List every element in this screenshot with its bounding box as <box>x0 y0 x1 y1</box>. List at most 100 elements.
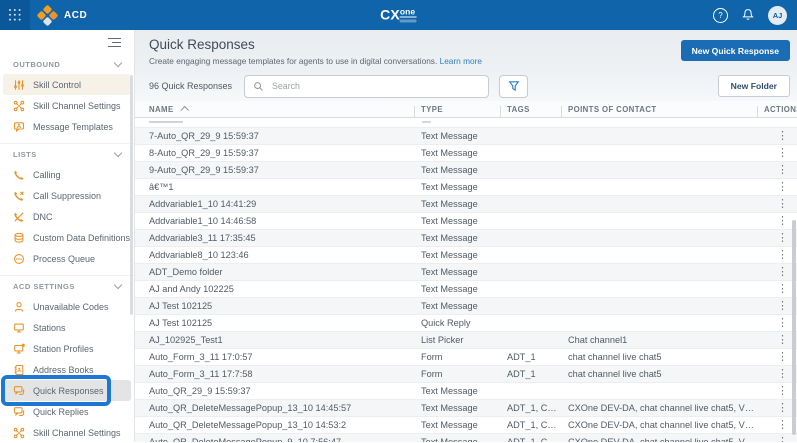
table-row[interactable]: Auto_Form_3_11 17:7:58FormADT_1chat chan… <box>135 366 797 383</box>
sidebar-item-skill-control[interactable]: Skill Control <box>3 74 131 95</box>
sidebar-item-stations[interactable]: Stations <box>3 317 131 338</box>
database-icon <box>13 232 25 244</box>
new-quick-response-button[interactable]: New Quick Response <box>681 40 790 61</box>
row-actions-kebab-icon[interactable]: ⋮ <box>764 129 788 144</box>
row-actions-kebab-icon[interactable]: ⋮ <box>764 282 788 297</box>
sidebar-scrollbar[interactable] <box>130 75 133 315</box>
row-tags: ADT_1 <box>507 366 568 382</box>
top-bar: ACD CX one ? AJ <box>0 0 797 30</box>
row-type: Text Message <box>421 264 507 280</box>
sidebar-section-lists: LISTS CallingCall SuppressionDNCCustom D… <box>0 143 134 269</box>
row-actions-kebab-icon[interactable]: ⋮ <box>764 333 788 348</box>
table-body: 7-Auto_QR_29_9 15:59:37Text Message⋮8-Au… <box>135 118 797 442</box>
app-launcher-waffle-icon[interactable] <box>0 0 30 30</box>
row-actions-kebab-icon[interactable]: ⋮ <box>764 146 788 161</box>
sidebar-item-message-templates[interactable]: Message Templates <box>3 116 131 137</box>
station-icon <box>13 322 25 334</box>
table-row[interactable]: 7-Auto_QR_29_9 15:59:37Text Message⋮ <box>135 128 797 145</box>
row-tags: ADT_1 <box>507 349 568 365</box>
row-type: Form <box>421 366 507 382</box>
sidebar-item-station-profiles[interactable]: Station Profiles <box>3 338 131 359</box>
table-row[interactable]: â€™1Text Message⋮ <box>135 179 797 196</box>
main-content: Quick Responses Create engaging message … <box>135 30 797 442</box>
count-label: 96 Quick Responses <box>149 81 232 91</box>
sidebar-section-header-acd-settings[interactable]: ACD SETTINGS <box>0 276 134 296</box>
table-row[interactable]: Addvariable1_10 14:46:58Text Message⋮ <box>135 213 797 230</box>
table-row[interactable]: Auto_QR_DeleteMessagePopup_13_10 14:53:2… <box>135 417 797 434</box>
cxone-logo-cx: CX <box>380 8 400 22</box>
row-actions-kebab-icon[interactable]: ⋮ <box>764 367 788 382</box>
row-actions-kebab-icon[interactable]: ⋮ <box>764 248 788 263</box>
sort-ascending-icon <box>180 106 188 114</box>
table-row[interactable]: Addvariable8_10 123:46Text Message⋮ <box>135 247 797 264</box>
help-icon[interactable]: ? <box>713 8 728 23</box>
column-header-name[interactable]: NAME <box>149 105 421 114</box>
table-row[interactable]: Auto_QR_DeleteMessagePopup_9_10 7:56:47T… <box>135 434 797 442</box>
table-row[interactable]: AJ Test 102125Text Message⋮ <box>135 298 797 315</box>
phone-suppress-icon <box>13 190 25 202</box>
row-actions-kebab-icon[interactable]: ⋮ <box>764 418 788 433</box>
row-type: Text Message <box>421 247 507 263</box>
table-row[interactable]: Addvariable3_11 17:35:45Text Message⋮ <box>135 230 797 247</box>
search-input[interactable] <box>270 80 480 92</box>
row-actions-kebab-icon[interactable]: ⋮ <box>764 231 788 246</box>
app-name: ACD <box>64 10 87 21</box>
row-actions-kebab-icon[interactable]: ⋮ <box>764 350 788 365</box>
filter-button[interactable] <box>499 75 528 98</box>
sidebar-section-header-lists[interactable]: LISTS <box>0 144 134 164</box>
row-actions-kebab-icon[interactable]: ⋮ <box>764 180 788 195</box>
table-row[interactable]: AJ_102925_Test1List PickerChat channel1⋮ <box>135 332 797 349</box>
row-name: AJ Test 102125 <box>149 315 421 331</box>
column-header-type[interactable]: TYPE <box>421 105 507 114</box>
column-header-tags[interactable]: TAGS <box>507 105 568 114</box>
row-tags: ADT_1, Captain <box>507 417 568 433</box>
table-row[interactable]: Addvariable1_10 14:41:29Text Message⋮ <box>135 196 797 213</box>
table-row[interactable]: 8-Auto_QR_29_9 15:59:37Text Message⋮ <box>135 145 797 162</box>
sidebar-item-quick-responses[interactable]: Quick Responses <box>3 380 131 401</box>
table-row[interactable]: Auto_Form_3_11 17:0:57FormADT_1chat chan… <box>135 349 797 366</box>
notifications-bell-icon[interactable] <box>741 8 755 22</box>
table-row[interactable]: Auto_QR_DeleteMessagePopup_13_10 14:45:5… <box>135 400 797 417</box>
sidebar-section-header-outbound[interactable]: OUTBOUND <box>0 54 134 74</box>
sliders-icon <box>13 79 25 91</box>
row-type: Text Message <box>421 230 507 246</box>
sidebar-item-quick-replies[interactable]: Quick Replies <box>3 401 131 422</box>
row-actions-kebab-icon[interactable]: ⋮ <box>764 316 788 331</box>
row-actions-kebab-icon[interactable]: ⋮ <box>764 401 788 416</box>
learn-more-link[interactable]: Learn more <box>440 56 482 66</box>
sidebar-item-custom-data-definitions[interactable]: Custom Data Definitions <box>3 227 131 248</box>
sidebar-item-process-queue[interactable]: Process Queue <box>3 248 131 269</box>
row-actions-kebab-icon[interactable]: ⋮ <box>764 384 788 399</box>
address-book-icon <box>13 364 25 376</box>
table-row[interactable]: ADT_Demo folderText Message⋮ <box>135 264 797 281</box>
table-row[interactable]: Auto_QR_29_9 15:59:37Text Message⋮ <box>135 383 797 400</box>
column-header-points-of-contact[interactable]: POINTS OF CONTACT <box>568 105 764 114</box>
row-actions-kebab-icon[interactable]: ⋮ <box>764 197 788 212</box>
table-row[interactable]: AJ Test 102125Quick Reply⋮ <box>135 315 797 332</box>
sidebar-item-skill-channel-settings[interactable]: Skill Channel Settings <box>3 95 131 116</box>
row-actions-kebab-icon[interactable]: ⋮ <box>764 265 788 280</box>
cxone-logo-badge <box>400 19 417 22</box>
row-actions-kebab-icon[interactable]: ⋮ <box>764 214 788 229</box>
sidebar-item-calling[interactable]: Calling <box>3 164 131 185</box>
sidebar-item-address-books[interactable]: Address Books <box>3 359 131 380</box>
row-name: Auto_QR_DeleteMessagePopup_9_10 7:56:47 <box>149 434 421 442</box>
row-actions-kebab-icon[interactable]: ⋮ <box>764 435 788 442</box>
sidebar-item-unavailable-codes[interactable]: Unavailable Codes <box>3 296 131 317</box>
sidebar-item-call-suppression[interactable]: Call Suppression <box>3 185 131 206</box>
row-actions-kebab-icon[interactable]: ⋮ <box>764 299 788 314</box>
table-row[interactable]: 9-Auto_QR_29_9 15:59:37Text Message⋮ <box>135 162 797 179</box>
sidebar-item-dnc[interactable]: DNC <box>3 206 131 227</box>
sidebar-nav: OUTBOUND Skill ControlSkill Channel Sett… <box>0 54 134 443</box>
collapse-sidebar-icon[interactable] <box>108 38 121 54</box>
phone-dnc-icon <box>13 211 25 223</box>
table-row[interactable]: AJ and Andy 102225Text Message⋮ <box>135 281 797 298</box>
row-type: Text Message <box>421 145 507 161</box>
row-actions-kebab-icon[interactable]: ⋮ <box>764 163 788 178</box>
sidebar-item-skill-channel-settings[interactable]: Skill Channel Settings <box>3 422 131 443</box>
row-name: 9-Auto_QR_29_9 15:59:37 <box>149 162 421 178</box>
row-name: 7-Auto_QR_29_9 15:59:37 <box>149 128 421 144</box>
table-scrollbar[interactable] <box>792 220 796 435</box>
user-avatar[interactable]: AJ <box>768 6 787 25</box>
new-folder-button[interactable]: New Folder <box>718 75 790 97</box>
